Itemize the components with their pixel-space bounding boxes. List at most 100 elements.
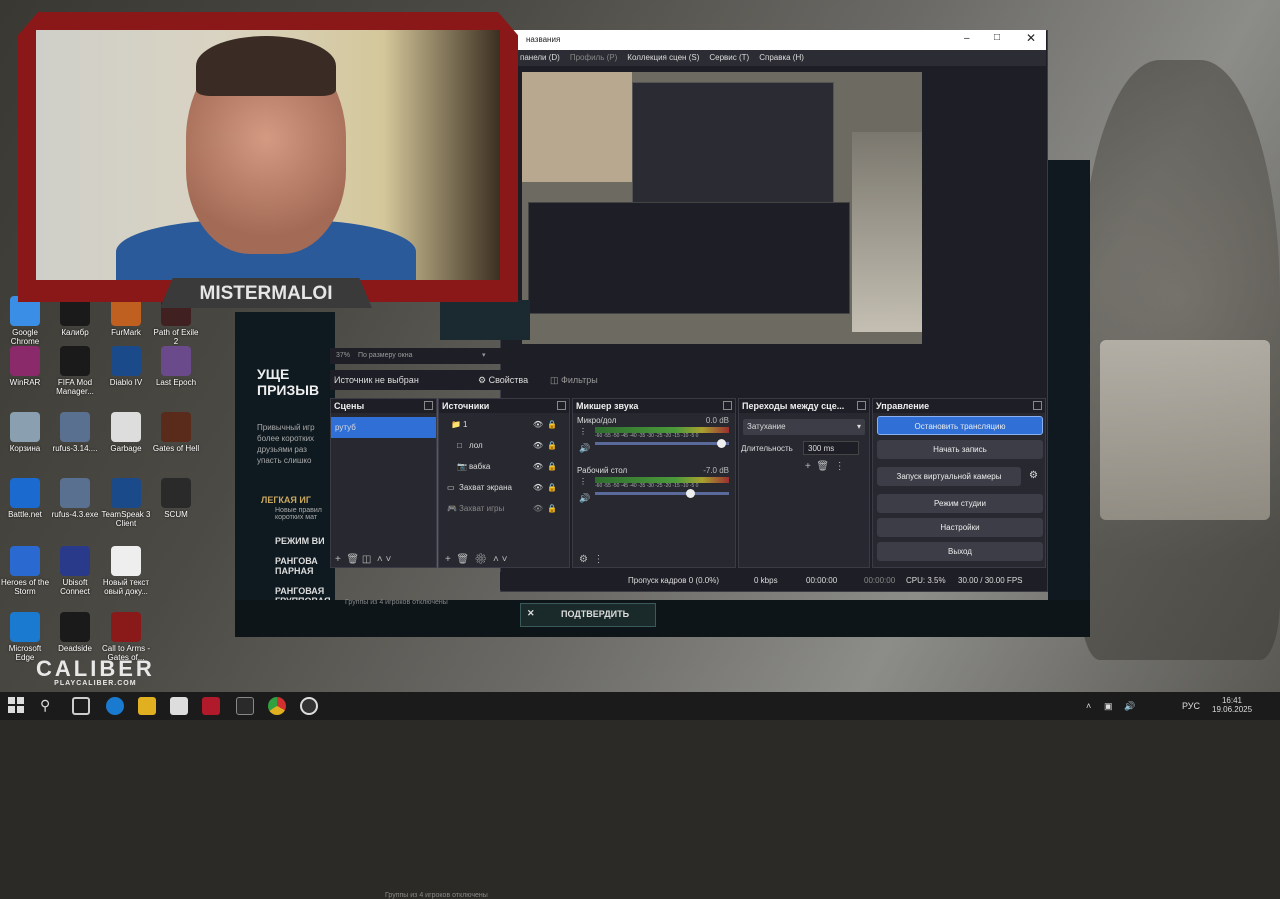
minimize-icon[interactable]: – — [964, 33, 970, 44]
control-button[interactable]: Выход — [877, 542, 1043, 561]
obs-icon[interactable] — [300, 697, 318, 715]
obs-preview[interactable] — [522, 72, 922, 344]
lock-icon[interactable]: 🔒 — [547, 498, 557, 519]
eye-icon[interactable]: 👁 — [533, 498, 543, 519]
arrow-down-icon[interactable]: ˅ — [386, 554, 392, 565]
edge-icon[interactable] — [106, 697, 124, 715]
menu-item[interactable]: панели (D) — [520, 50, 560, 66]
menu-item[interactable]: Справка (H) — [759, 50, 804, 66]
more-icon[interactable]: ⋮ — [835, 461, 845, 472]
desktop-icon[interactable]: Ubisoft Connect — [50, 546, 100, 596]
close-icon[interactable]: ✕ — [1026, 31, 1036, 45]
source-item[interactable]: ▭ Захват экрана 👁 🔒 — [439, 477, 569, 498]
desktop-icon[interactable]: rufus-4.3.exe — [50, 478, 100, 519]
speaker-icon[interactable]: 🔊 — [579, 443, 590, 454]
fader-knob[interactable] — [686, 489, 696, 498]
control-button[interactable]: Настройки — [877, 518, 1043, 537]
tray-arrow-icon[interactable]: ˄ — [1086, 701, 1091, 711]
control-button[interactable]: Режим студии — [877, 494, 1043, 513]
trash-icon[interactable]: 🗑 — [816, 461, 829, 472]
desktop-icon[interactable]: Battle.net — [0, 478, 50, 519]
desktop-icon[interactable]: TeamSpeak 3 Client — [101, 478, 151, 528]
desktop-icon[interactable]: Call to Arms - Gates of... — [101, 612, 151, 662]
lock-icon[interactable]: 🔒 — [547, 435, 557, 456]
arrow-up-icon[interactable]: ˄ — [377, 554, 383, 565]
undock-icon[interactable] — [857, 401, 866, 410]
transition-select[interactable]: Затухание ▾ — [743, 419, 865, 435]
folder-icon[interactable] — [138, 697, 156, 715]
desktop-icon[interactable]: Новый текст овый доку... — [101, 546, 151, 596]
volume-icon[interactable]: 🔊 — [1124, 701, 1135, 712]
task-view-icon[interactable] — [72, 697, 90, 715]
gear-icon[interactable]: ⚙ — [579, 554, 588, 565]
gear-icon[interactable]: ⚙ — [1029, 470, 1038, 481]
volume-fader[interactable] — [595, 489, 729, 498]
menu-item[interactable]: Сервис (T) — [709, 50, 749, 66]
properties-button[interactable]: ⚙ Свойства — [478, 375, 528, 386]
zoom-mode[interactable]: По размеру окна — [358, 352, 412, 359]
undock-icon[interactable] — [557, 401, 566, 410]
arrow-up-icon[interactable]: ˄ — [493, 554, 499, 565]
app-dark-icon[interactable] — [236, 697, 254, 715]
search-icon[interactable]: ⚲ — [40, 697, 58, 715]
zoom-value[interactable]: 37% — [336, 352, 350, 359]
filter-icon[interactable]: ◫ — [362, 554, 371, 565]
desktop-icon[interactable]: SCUM — [151, 478, 201, 519]
desktop-icon[interactable]: Gates of Hell — [151, 412, 201, 453]
desktop-icon[interactable]: WinRAR — [0, 346, 50, 387]
chrome-icon[interactable] — [268, 697, 286, 715]
source-item[interactable]: 📁 1 👁 🔒 — [439, 414, 569, 435]
desktop-icon[interactable]: Deadside — [50, 612, 100, 653]
desktop-icon[interactable]: Last Epoch — [151, 346, 201, 387]
source-item[interactable]: □ лол 👁 🔒 — [439, 435, 569, 456]
scene-item[interactable]: рутуб — [331, 417, 436, 438]
control-button[interactable]: Остановить трансляцию — [877, 416, 1043, 435]
desktop-icon[interactable]: rufus-3.14.... — [50, 412, 100, 453]
game-mode-easy[interactable]: ЛЕГКАЯ ИГ — [261, 495, 311, 505]
desktop-icon[interactable]: Microsoft Edge — [0, 612, 50, 662]
eye-icon[interactable]: 👁 — [533, 477, 543, 498]
menu-item[interactable]: Профиль (P) — [570, 50, 617, 66]
source-item[interactable]: 🎮 Захват игры 👁 🔒 — [439, 498, 569, 519]
add-icon[interactable]: + — [335, 554, 341, 565]
desktop-icon[interactable]: Diablo IV — [101, 346, 151, 387]
tray-clock[interactable]: 16:41 19.06.2025 — [1212, 696, 1252, 714]
trash-icon[interactable]: 🗑 — [456, 554, 469, 565]
lock-icon[interactable]: 🔒 — [547, 414, 557, 435]
control-button[interactable]: Начать запись — [877, 440, 1043, 459]
eye-icon[interactable]: 👁 — [533, 414, 543, 435]
chevron-down-icon[interactable]: ▾ — [482, 351, 486, 359]
volume-fader[interactable] — [595, 439, 729, 448]
duration-input[interactable]: 300 ms — [803, 441, 859, 455]
app-red-icon[interactable] — [202, 697, 220, 715]
start-icon[interactable] — [8, 697, 26, 715]
menu-item[interactable]: Коллекция сцен (S) — [627, 50, 699, 66]
add-icon[interactable]: + — [445, 554, 451, 565]
network-icon[interactable]: ▣ — [1104, 701, 1113, 712]
arrow-down-icon[interactable]: ˅ — [502, 554, 508, 565]
undock-icon[interactable] — [424, 401, 433, 410]
more-icon[interactable]: ⋮ — [579, 477, 587, 486]
desktop-icon[interactable]: Корзина — [0, 412, 50, 453]
desktop-icon[interactable]: FurMark — [101, 296, 151, 337]
undock-icon[interactable] — [1033, 401, 1042, 410]
filters-button[interactable]: ◫ Фильтры — [550, 375, 598, 386]
speaker-icon[interactable]: 🔊 — [579, 493, 590, 504]
eye-icon[interactable]: 👁 — [533, 435, 543, 456]
control-button[interactable]: Запуск виртуальной камеры — [877, 467, 1021, 486]
source-item[interactable]: 📷 вабка 👁 🔒 — [439, 456, 569, 477]
maximize-icon[interactable]: □ — [994, 32, 1000, 43]
game-mode-vi[interactable]: РЕЖИМ ВИ — [275, 536, 325, 546]
fader-knob[interactable] — [717, 439, 727, 448]
game-mode-ranked-pair[interactable]: РАНГОВА ПАРНАЯ — [275, 556, 335, 576]
desktop-icon[interactable]: Google Chrome — [0, 296, 50, 346]
gear-icon[interactable]: ⚙ — [475, 554, 488, 565]
store-icon[interactable] — [170, 697, 188, 715]
more-icon[interactable]: ⋮ — [594, 554, 604, 565]
lock-icon[interactable]: 🔒 — [547, 477, 557, 498]
undock-icon[interactable] — [723, 401, 732, 410]
desktop-icon[interactable]: Heroes of the Storm — [0, 546, 50, 596]
lock-icon[interactable]: 🔒 — [547, 456, 557, 477]
trash-icon[interactable]: 🗑 — [346, 554, 359, 565]
eye-icon[interactable]: 👁 — [533, 456, 543, 477]
